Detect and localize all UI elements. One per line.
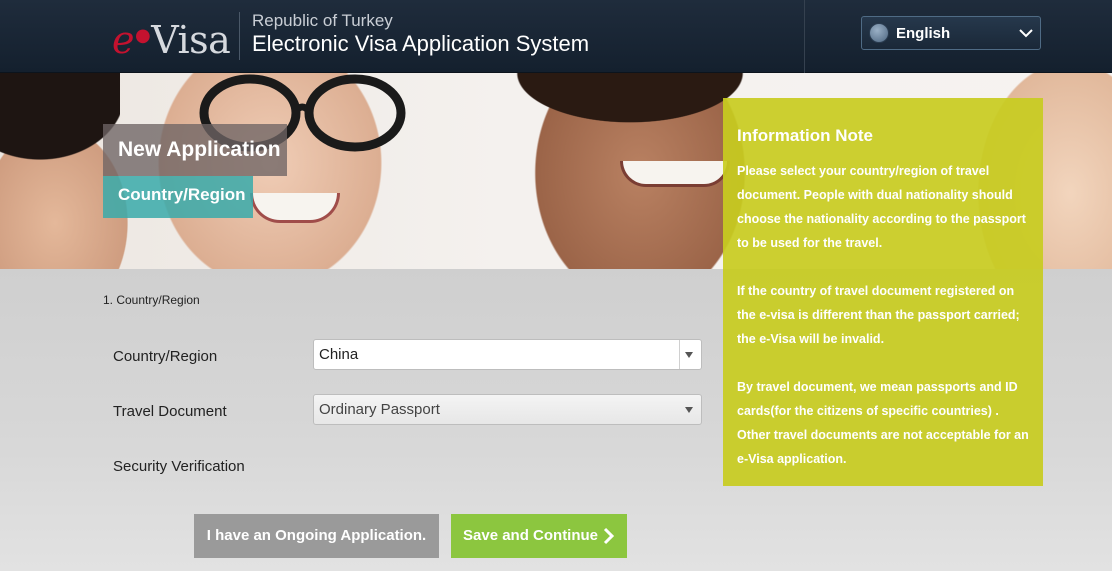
ongoing-application-button[interactable]: I have an Ongoing Application. bbox=[194, 514, 439, 558]
logo-e: e bbox=[112, 18, 135, 62]
banner-photo-hair bbox=[0, 73, 120, 193]
logo-divider bbox=[239, 12, 240, 60]
language-select[interactable]: English bbox=[861, 16, 1041, 50]
country-title: Republic of Turkey bbox=[252, 11, 393, 30]
page-heading: New Application bbox=[103, 124, 287, 176]
information-note: Information Note Please select your coun… bbox=[723, 98, 1043, 486]
system-title: Electronic Visa Application System bbox=[252, 31, 590, 56]
logo-text: Visa bbox=[151, 18, 231, 62]
language-label: English bbox=[896, 25, 951, 42]
info-paragraph-1: Please select your country/region of tra… bbox=[737, 164, 1026, 250]
document-value: Ordinary Passport bbox=[319, 401, 440, 418]
banner-photo-hair-2 bbox=[500, 73, 760, 133]
logo-dot: ● bbox=[135, 25, 151, 46]
country-select[interactable]: China bbox=[313, 339, 702, 370]
globe-icon bbox=[869, 23, 889, 43]
travel-document-select[interactable]: Ordinary Passport bbox=[313, 394, 702, 425]
step-tag: Country/Region bbox=[103, 176, 253, 218]
document-label: Travel Document bbox=[113, 403, 227, 420]
banner-photo-smile bbox=[620, 161, 730, 187]
evisa-logo[interactable]: e●Visa bbox=[112, 14, 231, 62]
info-title: Information Note bbox=[737, 126, 873, 145]
section-label: 1. Country/Region bbox=[103, 293, 200, 307]
info-paragraph-3: By travel document, we mean passports an… bbox=[737, 380, 1029, 466]
save-continue-button[interactable]: Save and Continue bbox=[451, 514, 627, 558]
chevron-down-icon bbox=[1019, 29, 1033, 38]
info-paragraph-2: If the country of travel document regist… bbox=[737, 284, 1020, 346]
dropdown-arrow-icon bbox=[679, 340, 701, 369]
country-label: Country/Region bbox=[113, 348, 218, 365]
banner-photo-smile-2 bbox=[250, 193, 340, 223]
country-value: China bbox=[319, 346, 359, 363]
step-tag-text: Country/Region bbox=[118, 185, 246, 204]
security-label: Security Verification bbox=[113, 458, 245, 475]
page-heading-text: New Application bbox=[118, 138, 281, 161]
header: e●Visa Republic of Turkey Electronic Vis… bbox=[0, 0, 1112, 73]
save-continue-label: Save and Continue bbox=[463, 527, 599, 544]
arrow-right-icon bbox=[603, 527, 615, 545]
header-divider bbox=[804, 0, 805, 73]
dropdown-arrow-icon bbox=[679, 395, 701, 424]
